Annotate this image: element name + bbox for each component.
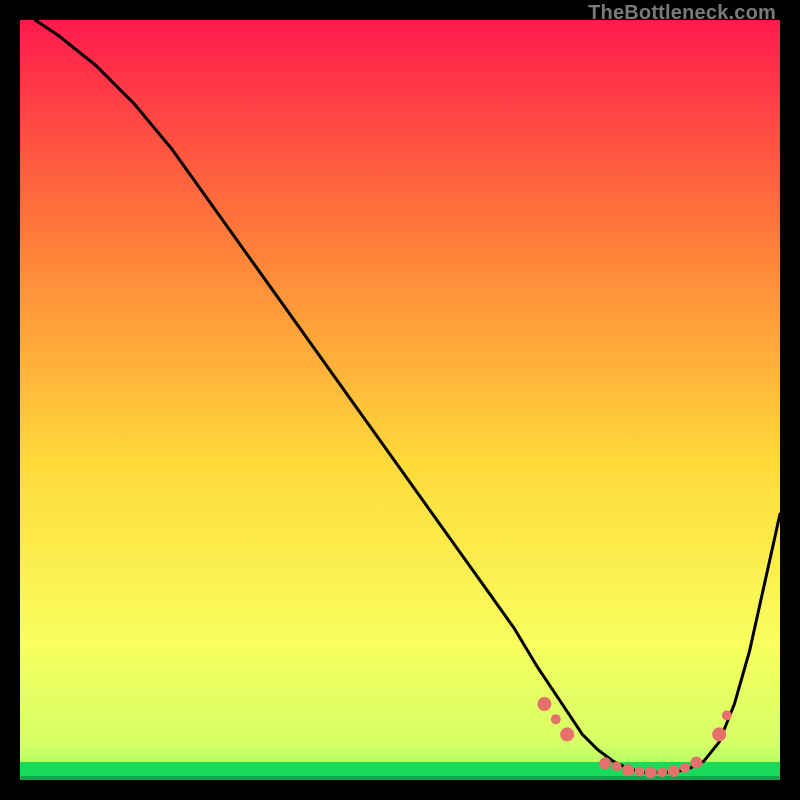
highlight-dot	[634, 767, 644, 777]
highlight-dot	[657, 767, 667, 777]
highlight-dot	[722, 710, 732, 720]
watermark-text: TheBottleneck.com	[588, 2, 776, 25]
highlight-dot	[668, 765, 680, 777]
highlight-dot	[690, 757, 702, 769]
highlight-dot	[712, 727, 726, 741]
highlight-dot	[560, 727, 574, 741]
highlight-dot	[537, 697, 551, 711]
bottleneck-chart	[20, 20, 780, 780]
highlight-dot	[551, 714, 561, 724]
highlight-dot	[599, 757, 611, 769]
chart-frame	[20, 20, 780, 780]
highlight-dot	[645, 766, 657, 778]
highlight-dot	[612, 761, 622, 771]
highlight-dot	[622, 764, 634, 776]
gradient-background	[20, 20, 780, 780]
green-bottom-line	[20, 776, 780, 780]
highlight-dot	[680, 763, 690, 773]
